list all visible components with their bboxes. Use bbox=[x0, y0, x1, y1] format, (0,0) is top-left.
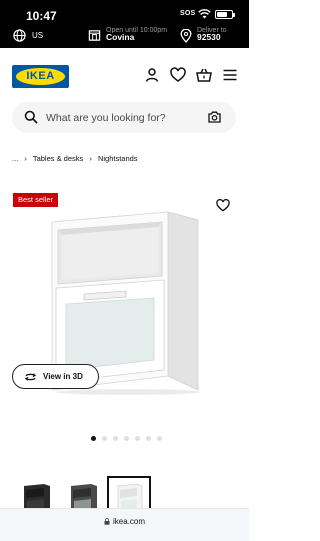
carousel-dot[interactable] bbox=[135, 436, 140, 441]
carousel-dot[interactable] bbox=[146, 436, 151, 441]
store-bar: US Open until 10:00pm Covina Deliver to … bbox=[0, 26, 249, 48]
status-time: 10:47 bbox=[26, 9, 57, 23]
chevron-right-icon: › bbox=[24, 154, 27, 163]
rotate-3d-icon bbox=[24, 373, 37, 381]
status-bar: 10:47 SOS bbox=[0, 0, 249, 26]
breadcrumb: ... › Tables & desks › Nightstands bbox=[12, 154, 142, 163]
carousel-dot[interactable] bbox=[91, 436, 96, 441]
browser-url-bar[interactable]: ikea.com bbox=[0, 508, 249, 541]
country-selector[interactable]: US bbox=[32, 31, 43, 40]
chevron-right-icon: › bbox=[89, 154, 92, 163]
location-pin-icon[interactable] bbox=[180, 29, 192, 43]
logo-text: IKEA bbox=[26, 70, 55, 82]
best-seller-badge: Best seller bbox=[13, 193, 59, 207]
carousel-dot[interactable] bbox=[157, 436, 162, 441]
search-bar[interactable] bbox=[12, 102, 236, 133]
globe-icon[interactable] bbox=[13, 29, 26, 42]
view-in-3d-button[interactable]: View in 3D bbox=[12, 364, 99, 389]
zip-code: 92530 bbox=[197, 32, 221, 42]
carousel-dot[interactable] bbox=[124, 436, 129, 441]
breadcrumb-ellipsis[interactable]: ... bbox=[12, 154, 18, 163]
view-in-3d-label: View in 3D bbox=[43, 372, 83, 381]
wifi-icon bbox=[198, 9, 211, 19]
heart-icon[interactable] bbox=[216, 199, 230, 212]
store-icon[interactable] bbox=[88, 29, 101, 42]
store-selector[interactable]: Open until 10:00pm Covina bbox=[106, 26, 167, 42]
battery-icon bbox=[215, 10, 235, 19]
lock-icon bbox=[104, 518, 110, 525]
top-band: 10:47 SOS US Open until 10:00pm Covina D… bbox=[0, 0, 249, 48]
browser-url: ikea.com bbox=[113, 517, 146, 526]
heart-icon[interactable] bbox=[170, 67, 186, 83]
search-input[interactable] bbox=[46, 109, 196, 126]
menu-icon[interactable] bbox=[222, 67, 238, 83]
camera-icon[interactable] bbox=[208, 111, 221, 123]
carousel-dot[interactable] bbox=[102, 436, 107, 441]
breadcrumb-tables-desks[interactable]: Tables & desks bbox=[33, 154, 83, 163]
carousel-dot[interactable] bbox=[113, 436, 118, 441]
sos-indicator: SOS bbox=[180, 10, 196, 17]
delivery-selector[interactable]: Deliver to 92530 bbox=[197, 26, 227, 42]
breadcrumb-nightstands[interactable]: Nightstands bbox=[98, 154, 138, 163]
store-name: Covina bbox=[106, 32, 135, 42]
account-icon[interactable] bbox=[144, 67, 160, 83]
ikea-logo[interactable]: IKEA bbox=[12, 65, 69, 88]
cart-icon[interactable] bbox=[196, 67, 212, 83]
search-icon[interactable] bbox=[24, 110, 38, 124]
